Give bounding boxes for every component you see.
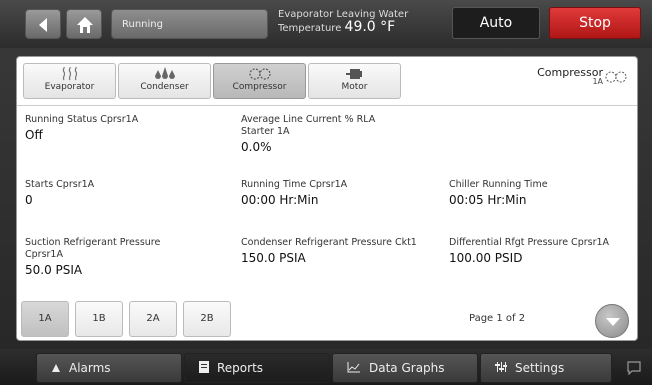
chevron-down-icon — [606, 318, 620, 326]
page-tabs: 1A 1B 2A 2B — [21, 301, 237, 337]
tab-label: Motor — [341, 82, 368, 92]
field-value: 0.0% — [241, 140, 272, 154]
steam-icon — [62, 66, 77, 81]
stop-button[interactable]: Stop — [549, 7, 641, 39]
field-value: 150.0 PSIA — [241, 251, 306, 265]
evaporator-temp-readout: Evaporator Leaving Water Temperature 49.… — [278, 8, 408, 35]
field-line-current: Average Line Current % RLA Starter 1A 0.… — [241, 114, 411, 155]
field-suction-pressure: Suction Refrigerant Pressure Cprsr1A 50.… — [25, 237, 185, 278]
page-down-button[interactable] — [595, 304, 629, 338]
reports-button[interactable]: Reports — [184, 353, 330, 383]
status-box: Running — [111, 9, 268, 39]
compressor-icon — [605, 71, 627, 83]
nav-label: Alarms — [69, 361, 111, 375]
graph-icon — [347, 361, 360, 372]
field-label: Differential Rfgt Pressure Cprsr1A — [449, 237, 610, 248]
tab-compressor[interactable]: Compressor — [213, 63, 306, 99]
main-panel: Evaporator Condenser Compressor Motor Co… — [16, 56, 638, 341]
auto-button[interactable]: Auto — [452, 7, 540, 39]
page-tab-2a[interactable]: 2A — [129, 301, 177, 337]
field-value: 100.00 PSID — [449, 251, 523, 265]
temp-value: 49.0 °F — [344, 19, 396, 35]
page-tab-1b[interactable]: 1B — [75, 301, 123, 337]
settings-button[interactable]: Settings — [480, 353, 612, 383]
tab-evaporator[interactable]: Evaporator — [23, 63, 116, 99]
chat-icon[interactable] — [626, 361, 642, 375]
chiller-screen: Running Evaporator Leaving Water Tempera… — [0, 0, 652, 385]
back-arrow-icon — [39, 18, 47, 32]
droplets-icon — [154, 67, 175, 79]
field-value: 00:00 Hr:Min — [241, 193, 319, 207]
field-value: Off — [25, 128, 43, 142]
field-label: Chiller Running Time — [449, 179, 548, 190]
field-label: Condenser Refrigerant Pressure Ckt1 — [241, 237, 417, 248]
nav-label: Reports — [217, 361, 264, 375]
motor-icon — [345, 69, 362, 79]
field-running-time: Running Time Cprsr1A 00:00 Hr:Min — [241, 179, 431, 208]
bottom-nav: Alarms Reports Data Graphs Settings — [0, 349, 652, 385]
report-icon — [199, 360, 209, 373]
page-tab-2b[interactable]: 2B — [183, 301, 231, 337]
tab-label: Condenser — [140, 82, 189, 92]
sliders-icon — [495, 361, 507, 372]
data-graphs-button[interactable]: Data Graphs — [332, 353, 478, 383]
page-indicator: Page 1 of 2 — [469, 313, 526, 324]
top-bar: Running Evaporator Leaving Water Tempera… — [0, 0, 652, 48]
component-title: Compressor 1A — [537, 66, 627, 86]
field-starts: Starts Cprsr1A 0 — [25, 179, 215, 208]
field-condenser-pressure: Condenser Refrigerant Pressure Ckt1 150.… — [241, 237, 421, 266]
page-tab-1a[interactable]: 1A — [21, 301, 69, 337]
home-icon — [77, 17, 93, 33]
tab-label: Evaporator — [44, 82, 95, 92]
divider — [17, 105, 637, 106]
field-value: 00:05 Hr:Min — [449, 193, 527, 207]
field-differential-pressure: Differential Rfgt Pressure Cprsr1A 100.0… — [449, 237, 637, 266]
temp-prefix: Temperature — [278, 23, 342, 34]
alarms-button[interactable]: Alarms — [36, 353, 182, 383]
back-button[interactable] — [25, 9, 61, 39]
field-label: Running Time Cprsr1A — [241, 179, 348, 190]
compressor-icon — [248, 68, 271, 80]
tab-condenser[interactable]: Condenser — [118, 63, 211, 99]
alarm-bell-icon — [52, 363, 60, 372]
field-label: Suction Refrigerant Pressure Cprsr1A — [25, 237, 161, 260]
field-label: Starts Cprsr1A — [25, 179, 95, 190]
tab-motor[interactable]: Motor — [308, 63, 401, 99]
nav-label: Settings — [515, 361, 565, 375]
field-value: 0 — [25, 193, 33, 207]
field-value: 50.0 PSIA — [25, 263, 83, 277]
field-chiller-running-time: Chiller Running Time 00:05 Hr:Min — [449, 179, 634, 208]
field-label: Average Line Current % RLA Starter 1A — [241, 114, 376, 137]
field-running-status: Running Status Cprsr1A Off — [25, 114, 215, 143]
home-button[interactable] — [66, 9, 102, 39]
component-tabs: Evaporator Condenser Compressor Motor — [23, 63, 403, 99]
nav-label: Data Graphs — [369, 361, 445, 375]
field-label: Running Status Cprsr1A — [25, 114, 139, 125]
tab-label: Compressor — [232, 82, 287, 92]
